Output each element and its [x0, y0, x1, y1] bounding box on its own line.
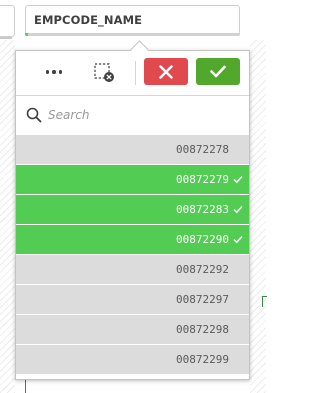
- values-list: 00872278 00872279 00872283 00872290 00872292…: [16, 135, 249, 375]
- clear-selections-icon: [94, 63, 114, 82]
- search-icon: [26, 107, 42, 123]
- list-item-value: 00872290: [176, 233, 229, 246]
- background-hatch-right: [250, 40, 266, 393]
- selection-state-bar: [25, 33, 240, 36]
- list-item-value: 00872292: [176, 263, 229, 276]
- list-item[interactable]: 00872292: [16, 255, 249, 284]
- list-item[interactable]: 00872283: [16, 195, 249, 224]
- list-item[interactable]: 00872299: [16, 345, 249, 374]
- close-icon: [159, 64, 173, 79]
- search-bar: [16, 97, 249, 133]
- toolbar-divider: [135, 61, 136, 85]
- background-chart-line: [262, 296, 267, 307]
- list-item[interactable]: 00872298: [16, 315, 249, 344]
- list-item-value: 00872279: [176, 173, 229, 186]
- field-header[interactable]: EMPCODE_NAME: [25, 5, 240, 35]
- selected-check-icon: [233, 175, 243, 184]
- selection-toolbar: [16, 51, 249, 95]
- background-hatch-left: [0, 40, 15, 393]
- clear-selections-button[interactable]: [90, 59, 118, 85]
- list-item[interactable]: 00872279: [16, 165, 249, 194]
- selection-popover: 00872278 00872279 00872283 00872290 00872292…: [15, 50, 250, 380]
- list-item-value: 00872299: [176, 353, 229, 366]
- search-input[interactable]: [48, 105, 238, 125]
- background-field-left-underline: [0, 37, 12, 39]
- list-item[interactable]: 00872290: [16, 225, 249, 254]
- list-item-value: 00872278: [176, 143, 229, 156]
- list-item-value: 00872283: [176, 203, 229, 216]
- list-item-value: 00872298: [176, 323, 229, 336]
- toolbar-separator: [16, 95, 249, 96]
- selected-check-icon: [233, 235, 243, 244]
- checkmark-icon: [210, 65, 226, 78]
- background-chart-axis: [25, 380, 26, 393]
- field-title: EMPCODE_NAME: [34, 13, 143, 27]
- list-item[interactable]: 00872278: [16, 135, 249, 164]
- more-button[interactable]: [40, 59, 68, 85]
- cancel-selection-button[interactable]: [144, 58, 188, 85]
- background-field-left: [0, 5, 15, 37]
- list-item[interactable]: 00872297: [16, 285, 249, 314]
- more-horizontal-icon: [45, 70, 50, 74]
- confirm-selection-button[interactable]: [196, 58, 240, 85]
- selected-check-icon: [233, 205, 243, 214]
- list-item-value: 00872297: [176, 293, 229, 306]
